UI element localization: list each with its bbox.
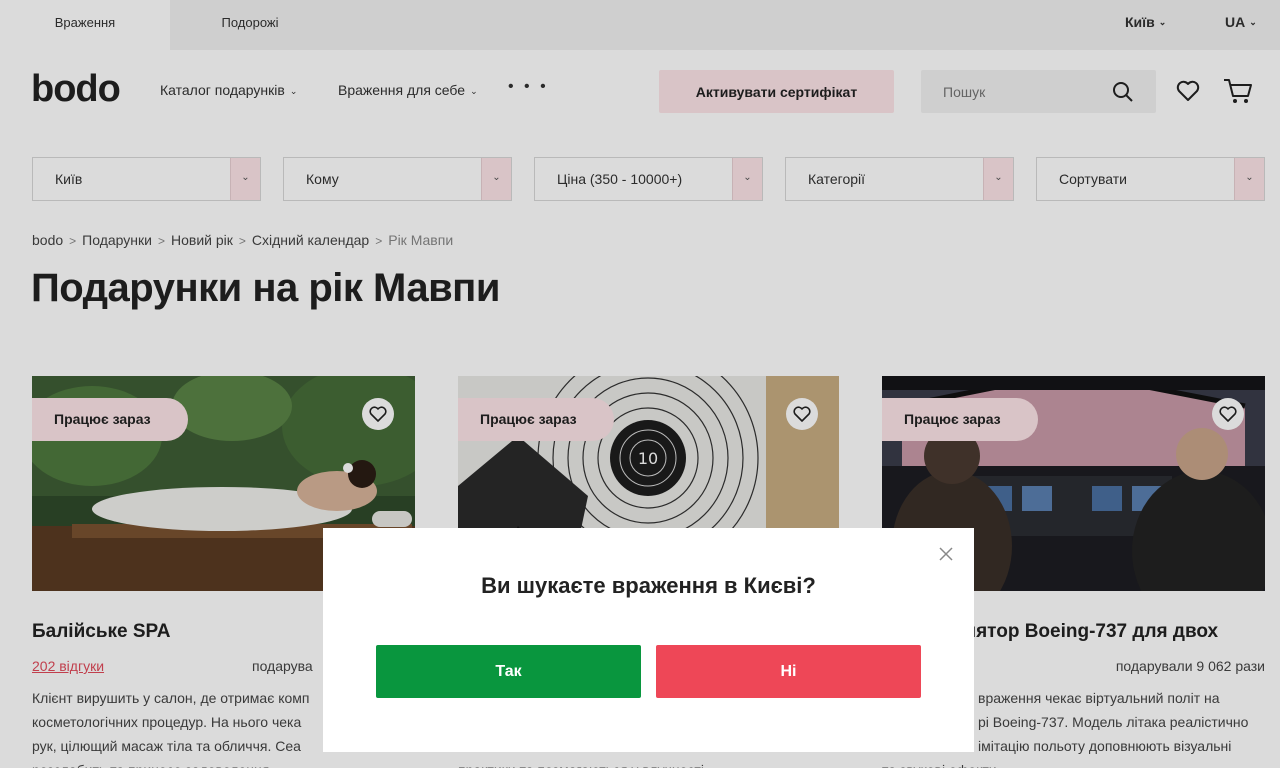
dialog-question: Ви шукаєте враження в Києві? [481, 573, 816, 598]
close-icon[interactable] [938, 546, 954, 562]
no-button[interactable]: Ні [656, 645, 921, 698]
yes-button[interactable]: Так [376, 645, 641, 698]
city-confirm-dialog: Ви шукаєте враження в Києві? Так Ні [323, 528, 974, 752]
